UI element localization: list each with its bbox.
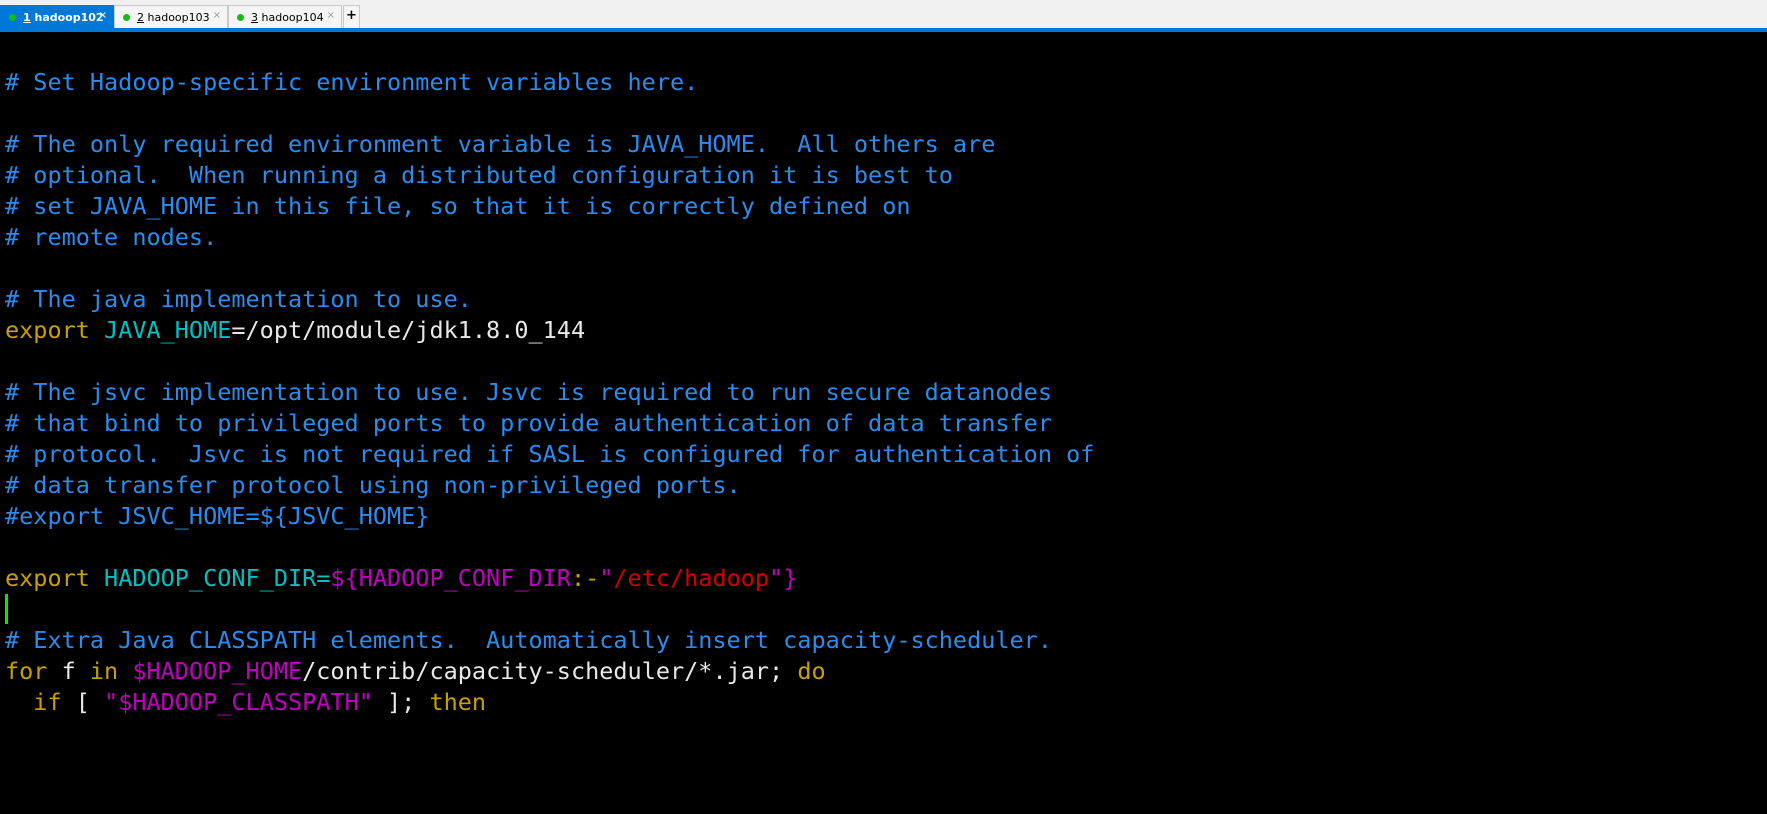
- code-token: JAVA_HOME: [104, 316, 232, 344]
- terminal-output[interactable]: # Set Hadoop-specific environment variab…: [0, 32, 1767, 814]
- code-token: # set JAVA_HOME in this file, so that it…: [5, 192, 911, 220]
- terminal-line: # The java implementation to use.: [5, 284, 472, 315]
- code-token: in: [89, 657, 119, 685]
- status-dot-icon: [9, 13, 16, 21]
- code-token: then: [429, 688, 487, 716]
- terminal-line: # remote nodes.: [5, 222, 217, 253]
- code-token: f: [47, 657, 90, 685]
- terminal-line: export JAVA_HOME=/opt/module/jdk1.8.0_14…: [5, 315, 585, 346]
- status-dot-icon: [123, 13, 130, 21]
- code-token: export: [5, 564, 90, 592]
- terminal-line: # that bind to privileged ports to provi…: [5, 408, 1052, 439]
- code-token: # protocol. Jsvc is not required if SASL…: [5, 440, 1095, 468]
- terminal-line: #export JSVC_HOME=${JSVC_HOME}: [5, 501, 429, 532]
- code-token: /contrib/capacity-scheduler/*.jar;: [302, 657, 798, 685]
- terminal-line: # Extra Java CLASSPATH elements. Automat…: [5, 625, 1052, 656]
- terminal-line: # Set Hadoop-specific environment variab…: [5, 67, 698, 98]
- code-token: "}: [769, 564, 798, 592]
- close-icon[interactable]: ×: [213, 10, 221, 21]
- code-token: HADOOP_CONF_DIR=: [104, 564, 331, 592]
- terminal-line: # protocol. Jsvc is not required if SASL…: [5, 439, 1094, 470]
- code-token: ${HADOOP_CONF_DIR: [330, 564, 571, 592]
- terminal-line: # The jsvc implementation to use. Jsvc i…: [5, 377, 1052, 408]
- terminal-line: if [ "$HADOOP_CLASSPATH" ]; then: [5, 687, 486, 718]
- terminal-line: # The only required environment variable…: [5, 129, 995, 160]
- text-cursor: [5, 594, 8, 624]
- tab-number: 1: [23, 10, 31, 24]
- terminal-line: for f in $HADOOP_HOME/contrib/capacity-s…: [5, 656, 826, 687]
- code-token: # optional. When running a distributed c…: [5, 161, 953, 189]
- terminal-line: export HADOOP_CONF_DIR=${HADOOP_CONF_DIR…: [5, 563, 797, 594]
- code-token: do: [797, 657, 826, 685]
- code-token: # Extra Java CLASSPATH elements. Automat…: [5, 626, 1052, 654]
- code-token: $HADOOP_HOME: [132, 657, 303, 685]
- code-token: # The jsvc implementation to use. Jsvc i…: [5, 378, 1052, 406]
- code-token: # The java implementation to use.: [5, 285, 472, 313]
- terminal-line: # data transfer protocol using non-privi…: [5, 470, 741, 501]
- terminal-line: # set JAVA_HOME in this file, so that it…: [5, 191, 910, 222]
- code-token: =/opt/module/jdk1.8.0_144: [231, 316, 586, 344]
- tab-label: hadoop103: [147, 10, 210, 24]
- code-token: :-: [570, 564, 600, 592]
- tab-hadoop102[interactable]: 1 hadoop102 ×: [0, 5, 114, 28]
- code-token: if: [33, 688, 62, 716]
- code-token: [: [61, 688, 105, 716]
- code-token: ];: [372, 688, 430, 716]
- code-token: export: [5, 316, 90, 344]
- tab-label: hadoop104: [261, 10, 324, 24]
- status-dot-icon: [237, 13, 244, 21]
- code-token: for: [5, 657, 48, 685]
- code-token: /etc/hadoop: [613, 564, 770, 592]
- code-token: # Set Hadoop-specific environment variab…: [5, 68, 699, 96]
- code-token: "$HADOOP_CLASSPATH": [104, 688, 373, 716]
- code-token: #export JSVC_HOME=${JSVC_HOME}: [5, 502, 430, 530]
- new-tab-button[interactable]: +: [343, 5, 360, 28]
- code-token: # The only required environment variable…: [5, 130, 996, 158]
- tab-hadoop104[interactable]: 3 hadoop104 ×: [228, 5, 342, 28]
- tab-number: 3: [251, 10, 258, 24]
- code-token: # data transfer protocol using non-privi…: [5, 471, 741, 499]
- tab-hadoop103[interactable]: 2 hadoop103 ×: [114, 5, 228, 28]
- code-token: # that bind to privileged ports to provi…: [5, 409, 1052, 437]
- terminal-line: # optional. When running a distributed c…: [5, 160, 953, 191]
- close-icon[interactable]: ×: [327, 10, 335, 21]
- tab-number: 2: [137, 10, 144, 24]
- tab-label: hadoop102: [34, 10, 104, 24]
- code-token: # remote nodes.: [5, 223, 218, 251]
- tab-bar: 1 hadoop102 × 2 hadoop103 × 3 hadoop104 …: [0, 0, 1767, 32]
- close-icon[interactable]: ×: [99, 10, 107, 21]
- code-token: ": [599, 564, 614, 592]
